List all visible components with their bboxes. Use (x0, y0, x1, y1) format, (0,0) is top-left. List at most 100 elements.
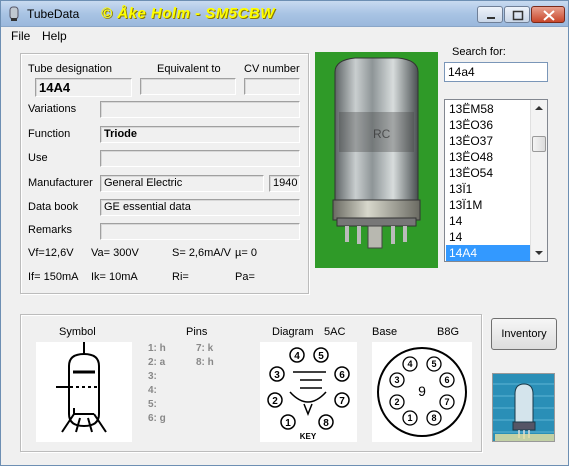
base-box: 4 5 3 6 2 7 1 8 9 (372, 342, 472, 442)
base-code: B8G (437, 326, 460, 338)
diagram-code: 5AC (324, 326, 346, 338)
app-icon (9, 6, 19, 21)
label-function: Function (28, 128, 71, 140)
label-equivalent-to: Equivalent to (157, 63, 221, 75)
diagram-pin-number: 5 (318, 351, 324, 362)
tube-photo: RC (315, 52, 438, 268)
svg-text:RC: RC (373, 127, 391, 141)
pin-entry: 8: h (196, 357, 214, 368)
base-label: Base (372, 326, 398, 338)
diagram-pin-number: 4 (294, 351, 300, 362)
base-pin-number: 2 (394, 397, 399, 407)
base-pin-number: 5 (431, 359, 436, 369)
label-data-book: Data book (28, 201, 79, 213)
list-scrollbar[interactable] (530, 100, 547, 261)
pin-entry: 5: (148, 399, 157, 410)
minimize-icon (487, 17, 495, 19)
search-label: Search for: (452, 46, 506, 58)
year-field[interactable]: 1940 (269, 175, 300, 192)
diagram-pin-number: 7 (339, 396, 345, 407)
diagram-box: 4 5 3 6 2 7 1 8 KEY (260, 342, 357, 442)
param-if: If= 150mA (28, 271, 79, 283)
pin-entry: 2: a (148, 357, 166, 368)
tube-listbox[interactable]: 13ËM58 13ËO36 13ËO37 13ËO48 13ËO54 13Ï1 13Ï1M 1… (444, 99, 548, 262)
base-pin-number: 6 (444, 375, 449, 385)
symbol-box (36, 342, 132, 442)
base-pin-number: 8 (431, 413, 436, 423)
pin-diagram-icon: 4 5 3 6 2 7 1 8 KEY (267, 347, 350, 441)
base-pin-number: 7 (444, 397, 449, 407)
data-book-field[interactable]: GE essential data (100, 199, 300, 216)
list-item[interactable]: 13ËO48 (446, 149, 531, 165)
list-item[interactable]: 13ËO54 (446, 165, 531, 181)
list-item[interactable]: 13ËM58 (446, 101, 531, 117)
equivalent-to-field[interactable] (140, 78, 236, 95)
list-item[interactable]: 13Ï1 (446, 181, 531, 197)
variations-field[interactable] (100, 101, 300, 118)
base-center-number: 9 (418, 383, 426, 399)
search-input[interactable]: 14a4 (444, 62, 548, 82)
scroll-down-arrow-icon[interactable] (531, 245, 547, 261)
window-title: TubeData (27, 7, 80, 21)
diagram-pin-number: 6 (339, 370, 345, 381)
pin-entry: 3: (148, 371, 157, 382)
param-ik: Ik= 10mA (91, 271, 138, 283)
label-manufacturer: Manufacturer (28, 177, 93, 189)
base-diagram-icon: 4 5 3 6 2 7 1 8 9 (377, 347, 467, 437)
triode-symbol-icon (56, 342, 107, 433)
close-button[interactable] (531, 6, 565, 23)
maximize-icon (512, 10, 524, 21)
param-s: S= 2,6mA/V (172, 247, 232, 259)
list-item[interactable]: 13Ï1M (446, 197, 531, 213)
manufacturer-field[interactable]: General Electric (100, 175, 264, 192)
param-mu: µ= 0 (235, 247, 257, 259)
cv-number-field[interactable] (244, 78, 300, 95)
minimize-button[interactable] (477, 6, 503, 23)
list-item[interactable]: 14A4 (446, 245, 531, 261)
list-item[interactable]: 14 (446, 213, 531, 229)
param-ri: Ri= (172, 271, 189, 283)
diagram-pin-number: 3 (274, 370, 280, 381)
pins-list-left: 1: h 2: a 3: 4: 5: 6: g (148, 342, 166, 426)
title-bar[interactable]: TubeData © Åke Holm - SM5CBW (1, 1, 568, 27)
label-variations: Variations (28, 103, 77, 115)
inventory-button[interactable]: Inventory (491, 318, 557, 350)
list-item[interactable]: 14 (446, 229, 531, 245)
menu-file[interactable]: File (11, 29, 30, 43)
param-pa: Pa= (235, 271, 255, 283)
pin-entry: 6: g (148, 413, 166, 424)
symbol-label: Symbol (59, 326, 96, 338)
base-pin-number: 3 (394, 375, 399, 385)
tube-designation-field[interactable]: 14A4 (35, 78, 132, 97)
tubedata-window: TubeData © Åke Holm - SM5CBW File Help T… (0, 0, 569, 466)
label-tube-designation: Tube designation (28, 63, 112, 75)
scroll-up-arrow-icon[interactable] (531, 100, 547, 116)
list-item[interactable]: 13ËO36 (446, 117, 531, 133)
function-field[interactable]: Triode (100, 126, 300, 143)
remarks-field[interactable] (100, 223, 300, 240)
pin-entry: 4: (148, 385, 157, 396)
menu-bar: File Help (1, 27, 568, 45)
diagram-pin-number: 8 (323, 418, 329, 429)
base-pin-number: 1 (407, 413, 412, 423)
label-cv-number: CV number (244, 63, 300, 75)
menu-help[interactable]: Help (42, 29, 67, 43)
diagram-pin-number: 1 (285, 418, 291, 429)
param-vf: Vf=12,6V (28, 247, 74, 259)
pins-label: Pins (186, 326, 208, 338)
list-item[interactable]: 13ËO37 (446, 133, 531, 149)
key-label: KEY (300, 432, 317, 441)
label-use: Use (28, 152, 48, 164)
tube-logo-image (492, 373, 555, 442)
close-icon (543, 10, 555, 21)
diagram-pin-number: 2 (272, 396, 278, 407)
pin-entry: 7: k (196, 343, 214, 354)
maximize-button[interactable] (504, 6, 530, 23)
pins-list-right: 7: k 8: h (196, 342, 214, 370)
scroll-thumb[interactable] (532, 136, 546, 152)
diagram-label: Diagram (272, 326, 314, 338)
use-field[interactable] (100, 150, 300, 167)
label-remarks: Remarks (28, 224, 73, 236)
base-pin-number: 4 (407, 359, 412, 369)
copyright-banner: © Åke Holm - SM5CBW (101, 5, 275, 22)
